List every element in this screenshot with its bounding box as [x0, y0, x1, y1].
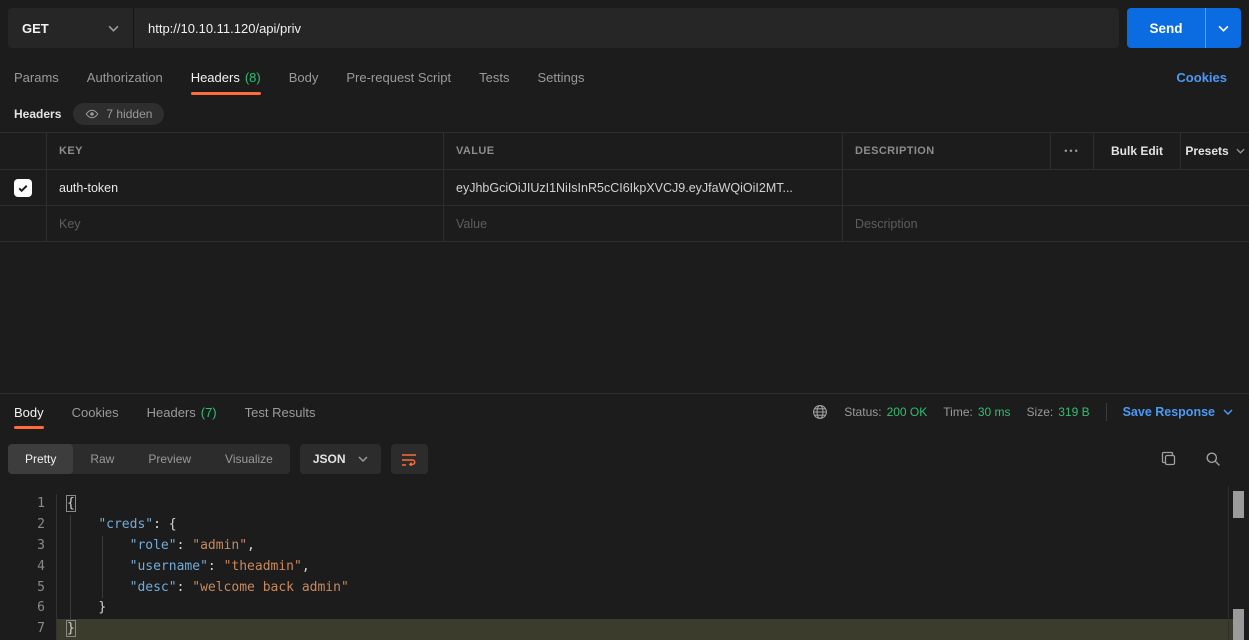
chevron-down-icon: [1236, 148, 1245, 154]
indent-guide: [102, 536, 103, 598]
chevron-down-icon: [358, 456, 368, 462]
select-all-cell: [0, 133, 46, 169]
send-options-button[interactable]: [1205, 8, 1241, 48]
method-dropdown[interactable]: GET: [8, 8, 134, 48]
table-header-row: KEY VALUE DESCRIPTION ••• Bulk Edit Pres…: [0, 133, 1249, 169]
response-tab-test-results[interactable]: Test Results: [245, 394, 316, 430]
response-actions: [1161, 451, 1241, 467]
column-description: DESCRIPTION: [842, 133, 1050, 169]
time-badge: Time: 30 ms: [943, 405, 1010, 419]
view-mode-group: Pretty Raw Preview Visualize: [8, 444, 290, 474]
response-tab-cookies[interactable]: Cookies: [72, 394, 119, 430]
send-label[interactable]: Send: [1127, 8, 1205, 48]
response-tabs: Body Cookies Headers (7) Test Results St…: [0, 394, 1249, 430]
new-description-input[interactable]: Description: [842, 206, 1249, 241]
wrap-line-icon: [401, 452, 417, 466]
new-value-input[interactable]: Value: [443, 206, 842, 241]
request-tabs: Params Authorization Headers (8) Body Pr…: [0, 58, 1249, 96]
response-section: Body Cookies Headers (7) Test Results St…: [0, 393, 1249, 640]
response-tab-body[interactable]: Body: [14, 394, 44, 430]
eye-icon: [85, 107, 99, 121]
line-number: 1: [0, 494, 45, 515]
tab-headers[interactable]: Headers (8): [191, 58, 261, 96]
more-actions-icon: •••: [1064, 146, 1079, 156]
indent-guide: [70, 515, 71, 619]
spacer: [0, 242, 1249, 393]
code-line: 4 "username": "theadmin",: [0, 557, 1249, 578]
view-preview[interactable]: Preview: [131, 444, 208, 474]
hidden-headers-toggle[interactable]: 7 hidden: [73, 103, 164, 125]
url-group: GET http://10.10.11.120/api/priv: [8, 8, 1119, 48]
line-number: 7: [0, 619, 45, 640]
method-value: GET: [22, 21, 49, 36]
tab-pre-request-script[interactable]: Pre-request Script: [346, 58, 451, 96]
headers-table: KEY VALUE DESCRIPTION ••• Bulk Edit Pres…: [0, 132, 1249, 242]
scrollbar-thumb[interactable]: [1233, 609, 1244, 640]
view-raw[interactable]: Raw: [73, 444, 131, 474]
line-number: 2: [0, 515, 45, 536]
size-badge: Size: 319 B: [1027, 405, 1090, 419]
tab-settings[interactable]: Settings: [537, 58, 584, 96]
view-pretty[interactable]: Pretty: [8, 444, 73, 474]
chevron-down-icon: [1223, 409, 1233, 415]
status-badge: Status: 200 OK: [844, 405, 927, 419]
header-value-field[interactable]: eyJhbGciOiJIUzI1NiIsInR5cCI6IkpXVCJ9.eyJ…: [443, 170, 842, 205]
line-number: 5: [0, 578, 45, 599]
response-meta: Status: 200 OK Time: 30 ms Size: 319 B S…: [812, 403, 1249, 421]
response-headers-count: (7): [201, 405, 217, 420]
response-tab-headers[interactable]: Headers (7): [147, 394, 217, 430]
more-actions-button[interactable]: •••: [1050, 133, 1093, 169]
code-line: 1 {: [0, 494, 1249, 515]
header-description-field[interactable]: [842, 170, 1249, 205]
hidden-headers-label: 7 hidden: [106, 107, 152, 121]
tab-tests[interactable]: Tests: [479, 58, 509, 96]
response-view-bar: Pretty Raw Preview Visualize JSON: [8, 444, 1241, 474]
tab-authorization[interactable]: Authorization: [87, 58, 163, 96]
code-line: 6 }: [0, 598, 1249, 619]
tab-params[interactable]: Params: [14, 58, 59, 96]
save-response-button[interactable]: Save Response: [1123, 405, 1233, 419]
response-body-viewer[interactable]: 1 { 2 "creds": { 3 "role": "admin", 4 "u…: [0, 486, 1249, 640]
code-line-active: 7 }: [0, 619, 1249, 640]
check-icon: [17, 182, 29, 194]
wrap-line-button[interactable]: [391, 444, 428, 474]
code-line: 2 "creds": {: [0, 515, 1249, 536]
table-row: auth-token eyJhbGciOiJIUzI1NiIsInR5cCI6I…: [0, 169, 1249, 205]
new-key-input[interactable]: Key: [46, 206, 443, 241]
line-number: 6: [0, 598, 45, 619]
tab-body[interactable]: Body: [289, 58, 319, 96]
globe-icon[interactable]: [812, 404, 828, 420]
cookies-link[interactable]: Cookies: [1176, 70, 1227, 85]
line-number: 3: [0, 536, 45, 557]
column-key: KEY: [46, 133, 443, 169]
copy-icon[interactable]: [1161, 451, 1177, 467]
format-value: JSON: [313, 452, 346, 466]
headers-subheader: Headers 7 hidden: [0, 96, 1249, 132]
divider: [1106, 403, 1107, 421]
url-value: http://10.10.11.120/api/priv: [148, 21, 301, 36]
scrollbar-track[interactable]: [1228, 486, 1229, 640]
header-key-field[interactable]: auth-token: [46, 170, 443, 205]
presets-dropdown[interactable]: Presets: [1180, 133, 1249, 169]
view-visualize[interactable]: Visualize: [208, 444, 290, 474]
column-value: VALUE: [443, 133, 842, 169]
row-checkbox-cell: [0, 206, 46, 241]
search-icon[interactable]: [1205, 451, 1221, 467]
row-checkbox[interactable]: [14, 179, 32, 197]
code-line: 5 "desc": "welcome back admin": [0, 578, 1249, 599]
url-input[interactable]: http://10.10.11.120/api/priv: [134, 8, 1119, 48]
bulk-edit-button[interactable]: Bulk Edit: [1093, 133, 1180, 169]
table-row-empty: Key Value Description: [0, 205, 1249, 241]
send-button[interactable]: Send: [1127, 8, 1241, 48]
request-bar: GET http://10.10.11.120/api/priv Send: [8, 8, 1241, 48]
headers-title: Headers: [14, 107, 61, 121]
scrollbar-thumb[interactable]: [1233, 491, 1244, 518]
chevron-down-icon: [1218, 25, 1229, 32]
code-line: 3 "role": "admin",: [0, 536, 1249, 557]
row-checkbox-cell: [0, 170, 46, 205]
chevron-down-icon: [108, 25, 119, 32]
line-number: 4: [0, 557, 45, 578]
format-dropdown[interactable]: JSON: [300, 444, 381, 474]
headers-count: (8): [245, 70, 261, 85]
